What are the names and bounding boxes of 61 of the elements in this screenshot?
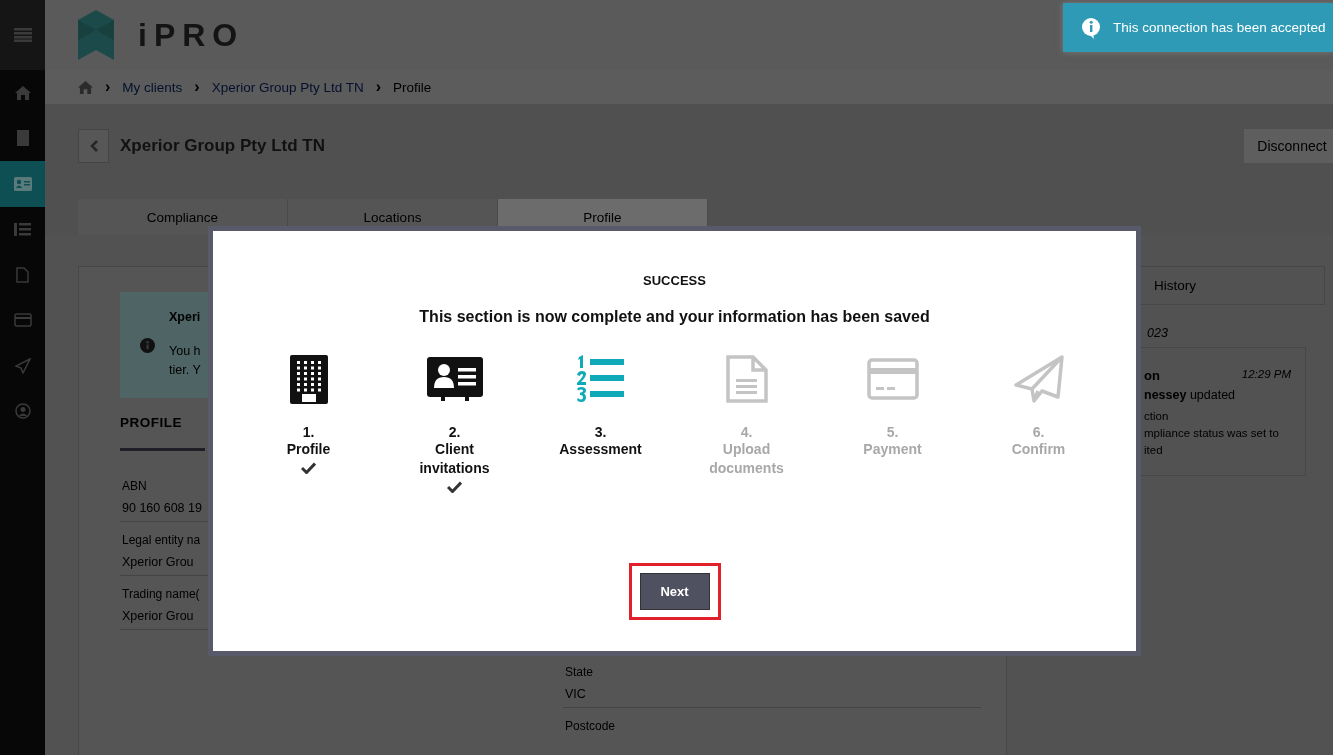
id-card-icon xyxy=(13,176,32,191)
step-number: 3. xyxy=(594,424,607,440)
breadcrumb-separator: › xyxy=(105,78,111,96)
field-label: ABN xyxy=(122,479,148,493)
toast-message: This connection has been accepted xyxy=(1113,20,1326,35)
logo-icon xyxy=(78,10,114,60)
step-number: 6. xyxy=(1032,424,1045,440)
field-label: Postcode xyxy=(565,719,617,733)
history-date: 023 xyxy=(1147,326,1169,340)
step-label: Payment xyxy=(862,440,923,459)
breadcrumb-link[interactable]: My clients xyxy=(122,79,183,95)
breadcrumb-separator: › xyxy=(194,78,200,96)
field-value: 90 160 608 19 xyxy=(122,501,203,515)
sidebar-item[interactable] xyxy=(0,161,45,207)
logo-text: iPRO xyxy=(138,16,245,54)
step-label: Confirm xyxy=(1010,440,1067,459)
entry-text: nessey updated xyxy=(1144,388,1237,402)
notice-title: Xperi xyxy=(169,310,201,324)
entry-title: on xyxy=(1144,368,1160,383)
numbered-list-icon xyxy=(14,221,31,237)
page-title: Xperior Group Pty Ltd TN xyxy=(120,136,326,156)
field-value: Xperior Grou xyxy=(122,609,195,623)
home-icon[interactable] xyxy=(78,80,93,94)
step-label: Assessment xyxy=(558,440,643,459)
paper-plane-icon xyxy=(14,357,31,374)
notice-text: You h xyxy=(169,343,201,360)
step-label: Client invitations xyxy=(418,440,491,478)
entry-text: mpliance status was set to xyxy=(1144,426,1280,441)
step-number: 2. xyxy=(448,424,461,440)
entry-time: 12:29 PM xyxy=(1241,368,1291,382)
breadcrumb-separator: › xyxy=(375,78,382,96)
chevron-left-icon xyxy=(89,140,98,152)
step-number: 4. xyxy=(740,424,753,440)
dialog-title: SUCCESS xyxy=(643,273,706,288)
breadcrumb-current: Profile xyxy=(393,79,432,95)
home-icon xyxy=(14,85,31,100)
step-number: 1. xyxy=(302,424,315,440)
user-icon xyxy=(14,403,31,420)
step-label: Upload documents xyxy=(708,440,785,478)
breadcrumb-link[interactable]: Xperior Group Pty Ltd TN xyxy=(211,79,364,95)
section-heading: PROFILE xyxy=(120,415,205,451)
field-value: Xperior Grou xyxy=(122,555,195,569)
dialog-message: This section is now complete and your information has been saved xyxy=(419,308,930,326)
field-label: State xyxy=(565,665,595,679)
next-button[interactable]: Next xyxy=(639,573,710,610)
info-icon xyxy=(1081,16,1101,39)
step-number: 5. xyxy=(886,424,899,440)
document-icon xyxy=(16,266,29,283)
back-button[interactable] xyxy=(78,129,109,163)
field-label: Legal entity na xyxy=(122,533,202,547)
credit-card-icon xyxy=(13,313,32,328)
notice-text: tier. Y xyxy=(169,362,201,379)
step-label: Profile xyxy=(285,440,332,459)
entry-text: ction xyxy=(1144,409,1170,424)
disconnect-button[interactable]: Disconnect xyxy=(1244,129,1333,163)
tab[interactable]: Compliance xyxy=(78,199,288,235)
info-icon xyxy=(140,337,155,353)
field-value: VIC xyxy=(565,687,587,701)
field-label: Trading name( xyxy=(122,587,201,601)
menu-icon[interactable] xyxy=(13,28,32,42)
entry-text: ited xyxy=(1144,443,1164,458)
